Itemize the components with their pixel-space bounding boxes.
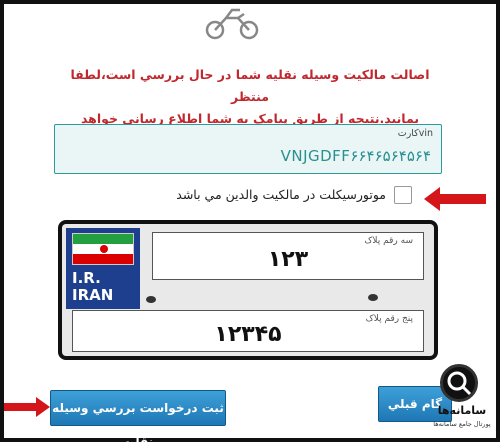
plate-three-digit-label: سه رقم پلاک xyxy=(364,236,413,246)
logo-tagline: پورتال جامع سامانه‌ها xyxy=(433,420,491,428)
red-arrow-icon xyxy=(4,397,50,417)
submit-vehicle-check-button[interactable]: ثبت درخواست بررسي وسيله نقليه xyxy=(50,390,226,442)
samaneha-logo: سامانه‌ها پورتال جامع سامانه‌ها xyxy=(428,364,496,434)
plate-bolt xyxy=(146,296,156,303)
iran-panel: I.R. IRAN xyxy=(66,228,140,309)
license-plate-body: I.R. IRAN سه رقم پلاک ۱۲۳ پنج رقم پلاک ۱… xyxy=(62,224,434,356)
parents-ownership-label: موتورسيکلت در مالکيت والدين مي باشد xyxy=(176,187,386,202)
plate-five-digit-value: ۱۲۳۴۵ xyxy=(214,322,282,347)
logo-search-icon xyxy=(440,364,478,402)
parents-ownership-checkbox[interactable] xyxy=(394,186,412,204)
country-code-line1: I.R. xyxy=(72,269,101,287)
motorcycle-icon xyxy=(205,8,259,40)
logo-name: سامانه‌ها xyxy=(437,404,487,417)
country-code-line2: IRAN xyxy=(72,286,114,304)
iran-flag-icon xyxy=(72,233,134,265)
plate-bolt xyxy=(368,294,378,301)
country-code: I.R. IRAN xyxy=(72,270,113,304)
plate-five-digit-input[interactable]: پنج رقم پلاک ۱۲۳۴۵ xyxy=(72,310,424,352)
plate-three-digit-value: ۱۲۳ xyxy=(267,247,309,272)
license-plate: I.R. IRAN سه رقم پلاک ۱۲۳ پنج رقم پلاک ۱… xyxy=(58,220,438,360)
red-arrow-icon xyxy=(424,187,486,211)
status-message-line1: اصالت مالکيت وسيله نقليه شما در حال بررس… xyxy=(70,67,430,104)
vin-value: VNJGDFF۶۶۴۶۵۶۴۵۶۴ xyxy=(280,147,431,165)
vin-label: vinکارت xyxy=(397,128,433,139)
plate-three-digit-input[interactable]: سه رقم پلاک ۱۲۳ xyxy=(152,232,424,280)
vin-field[interactable]: vinکارت VNJGDFF۶۶۴۶۵۶۴۵۶۴ xyxy=(54,124,442,174)
parents-ownership-row: موتورسيکلت در مالکيت والدين مي باشد xyxy=(150,184,416,208)
